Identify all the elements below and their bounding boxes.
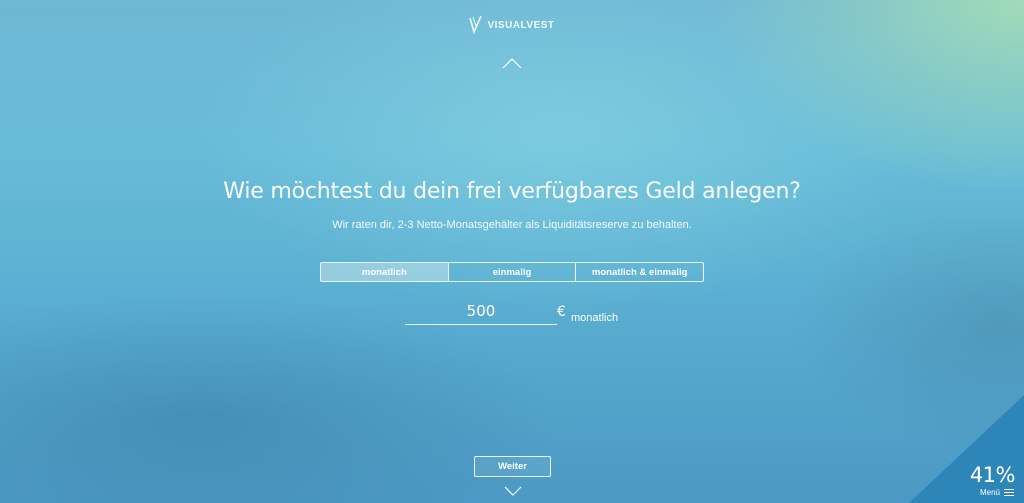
chevron-up-icon[interactable]	[502, 57, 522, 69]
menu-toggle[interactable]: Menü	[980, 488, 1014, 497]
menu-label: Menü	[979, 488, 1000, 497]
brand-logo[interactable]: VISUALVEST	[0, 15, 1024, 35]
visualvest-v-icon	[469, 15, 483, 35]
amount-field	[405, 300, 557, 325]
option-monatlich-und-einmalig[interactable]: monatlich & einmalig	[575, 263, 703, 281]
progress-value: 41%	[969, 463, 1016, 487]
currency-symbol: €	[557, 304, 566, 320]
payment-type-selector: monatlich einmalig monatlich & einmalig	[320, 262, 704, 282]
brand-name: VISUALVEST	[487, 19, 555, 31]
hamburger-menu-icon	[1004, 489, 1014, 496]
question-title: Wie möchtest du dein frei verfügbares Ge…	[223, 179, 801, 204]
option-monatlich[interactable]: monatlich	[321, 263, 448, 281]
chevron-down-icon[interactable]	[504, 486, 522, 497]
option-einmalig[interactable]: einmalig	[447, 263, 576, 281]
amount-period-label: monatlich	[571, 312, 619, 324]
amount-input[interactable]	[405, 300, 557, 322]
next-button[interactable]: Weiter	[474, 456, 551, 477]
question-hint: Wir raten dir, 2-3 Netto-Monatsgehälter …	[332, 219, 692, 231]
